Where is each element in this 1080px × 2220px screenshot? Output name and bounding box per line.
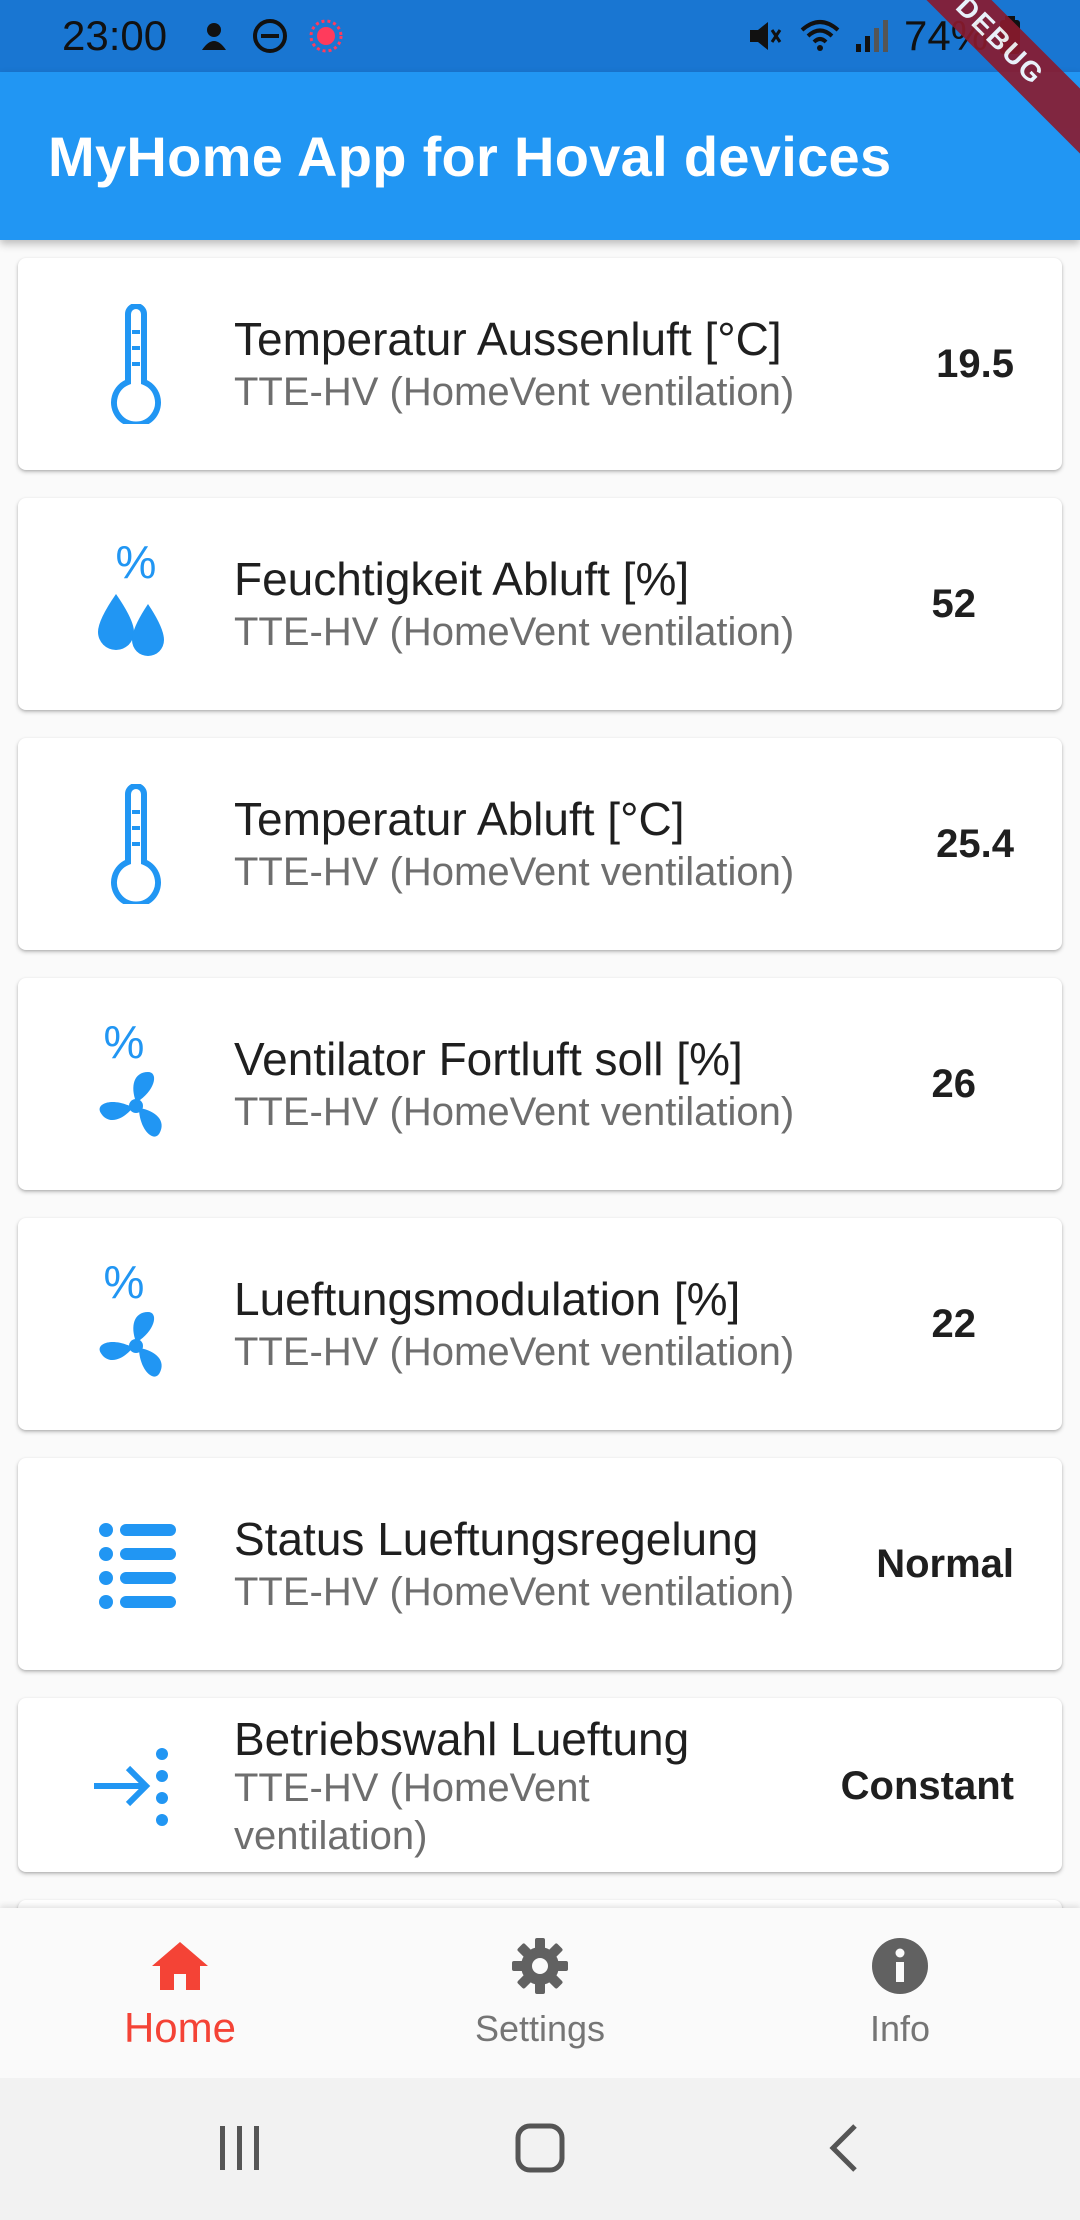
signal-icon	[856, 20, 888, 52]
svg-text:%: %	[104, 1024, 145, 1068]
home-system-icon[interactable]	[510, 2118, 570, 2178]
nav-info[interactable]: Info	[720, 1908, 1080, 2078]
recent-apps-icon[interactable]	[210, 2118, 270, 2178]
nav-home[interactable]: Home	[0, 1908, 360, 2078]
item-name: Temperatur Abluft [°C]	[234, 793, 685, 845]
list-item[interactable]: Temperatur Aussenluft [°C] TTE-HV (HomeV…	[18, 258, 1062, 470]
home-icon	[152, 1942, 208, 1990]
svg-text:%: %	[116, 544, 157, 588]
list-item[interactable]	[18, 1900, 1062, 1908]
nav-home-label: Home	[123, 2004, 237, 2051]
arrow-dots-icon	[94, 1748, 168, 1826]
thermometer-icon	[111, 784, 161, 904]
back-icon[interactable]	[815, 2118, 875, 2178]
nav-settings-label: Settings	[474, 2008, 606, 2049]
item-name: Ventilator Fortluft soll [%]	[234, 1033, 743, 1085]
status-bar: 23:00 74% DEBUG	[0, 0, 1080, 164]
list-item[interactable]: Betriebswahl Lueftung TTE-HV (HomeVent v…	[18, 1698, 1062, 1872]
fan-percent-icon: %	[99, 1264, 162, 1377]
item-device: TTE-HV (HomeVent ventilation)	[234, 610, 795, 654]
list-icon	[99, 1523, 176, 1609]
gear-icon	[512, 1938, 568, 1994]
app-bar: MyHome App for Hoval devices	[0, 72, 1080, 240]
list-item[interactable]: Status Lueftungsregelung TTE-HV (HomeVen…	[18, 1458, 1062, 1670]
humidity-icon: %	[98, 544, 164, 656]
item-device: TTE-HV (HomeVent ventilation)	[234, 1570, 795, 1614]
item-value: 19.5	[936, 342, 1014, 386]
thermometer-icon	[111, 304, 161, 424]
nav-settings[interactable]: Settings	[360, 1908, 720, 2078]
fan-percent-icon: %	[99, 1024, 162, 1137]
list-item[interactable]: Temperatur Abluft [°C] TTE-HV (HomeVent …	[18, 738, 1062, 950]
item-value: 22	[931, 1302, 977, 1346]
item-name: Status Lueftungsregelung	[234, 1513, 759, 1565]
item-value: Constant	[840, 1764, 1014, 1808]
list-item[interactable]: % Lueftungsmodulation [%] TTE-HV (HomeVe…	[18, 1218, 1062, 1430]
dnd-icon	[253, 19, 287, 53]
item-device: TTE-HV (HomeVent ventilation)	[234, 370, 795, 414]
datapoint-list[interactable]: Temperatur Aussenluft [°C] TTE-HV (HomeV…	[0, 240, 1080, 1908]
nav-info-label: Info	[869, 2008, 931, 2049]
list-item[interactable]: % Ventilator Fortluft soll [%] TTE-HV (H…	[18, 978, 1062, 1190]
status-time: 23:00	[62, 12, 168, 59]
list-item[interactable]: % Feuchtigkeit Abluft [%] TTE-HV (HomeVe…	[18, 498, 1062, 710]
wifi-icon	[800, 20, 840, 51]
item-device: TTE-HV (HomeVent ventilation)	[234, 1090, 795, 1134]
bottom-navigation: Home Settings Info	[0, 1908, 1080, 2078]
item-name: Temperatur Aussenluft [°C]	[234, 313, 782, 365]
item-name: Betriebswahl Lueftung	[234, 1713, 690, 1765]
item-value: 25.4	[936, 822, 1014, 866]
item-device: TTE-HV (HomeVent ventilation)	[234, 850, 795, 894]
mute-icon	[750, 22, 782, 50]
item-value: 26	[931, 1062, 977, 1106]
notification-icon	[202, 23, 226, 50]
item-device: TTE-HV (HomeVent ventilation)	[234, 1766, 590, 1858]
item-value: 52	[931, 582, 977, 626]
item-device: TTE-HV (HomeVent ventilation)	[234, 1330, 795, 1374]
system-navigation-bar	[0, 2078, 1080, 2220]
item-name: Lueftungsmodulation [%]	[234, 1273, 741, 1325]
svg-text:%: %	[104, 1264, 145, 1308]
item-name: Feuchtigkeit Abluft [%]	[234, 553, 690, 605]
item-value: Normal	[876, 1542, 1014, 1586]
page-title: MyHome App for Hoval devices	[48, 125, 892, 188]
recording-icon	[309, 19, 343, 53]
info-icon	[872, 1938, 928, 1994]
